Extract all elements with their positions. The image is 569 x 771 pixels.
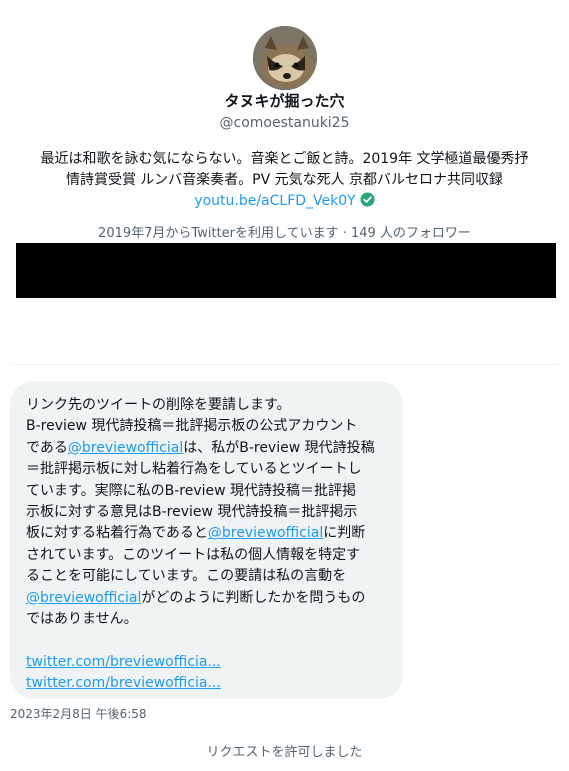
bio-line: 情詩賞受賞 ルンバ音楽奏者。PV 元気な死人 京都バルセロナ共同収録	[65, 172, 504, 188]
message-line: twitter.com/breviewofficia...	[26, 652, 387, 673]
tweet-link[interactable]: twitter.com/breviewofficia...	[26, 654, 221, 670]
bio-link[interactable]: youtu.be/aCLFD_Vek0Y	[194, 193, 355, 209]
message-line: 板に対する粘着行為であると@breviewofficialに判断	[26, 525, 366, 542]
verified-check-icon	[360, 192, 375, 207]
tweet-link[interactable]: twitter.com/breviewofficia...	[26, 675, 221, 691]
message-timestamp: 2023年2月8日 午後6:58	[10, 707, 147, 721]
mention-link[interactable]: @breviewofficial	[26, 590, 141, 606]
raccoon-dog-avatar-image	[253, 26, 317, 90]
request-status: リクエストを許可しました	[206, 745, 363, 760]
divider	[10, 364, 559, 365]
message-line: ではありません。	[26, 611, 138, 628]
message-line: ています。実際に私のB-review 現代詩投稿＝批評掲	[26, 482, 357, 499]
message-line: twitter.com/breviewofficia...	[26, 673, 387, 694]
message-line: リンク先のツイートの削除を要請します。	[26, 397, 291, 413]
user-handle: @comoestanuki25	[219, 115, 350, 131]
mention-link[interactable]: @breviewofficial	[68, 440, 183, 456]
profile-meta: 2019年7月からTwitterを利用しています · 149 人のフォロワー	[98, 226, 471, 241]
message-line: B-review 現代詩投稿＝批評掲示板の公式アカウント	[26, 418, 358, 435]
message-line: されています。このツイートは私の個人情報を特定す	[26, 546, 361, 563]
profile-bio: 最近は和歌を詠む気にならない。音楽とご飯と詩。2019年 文学極道最優秀抒 情詩…	[0, 149, 569, 191]
display-name: タヌキが掘った穴	[224, 92, 345, 110]
message-line: @breviewofficialがどのように判断したかを問うもの	[26, 589, 366, 606]
message-line: である@breviewofficialは、私がB-review 現代詩投稿	[26, 439, 375, 456]
redacted-block	[16, 243, 556, 298]
mention-link[interactable]: @breviewofficial	[208, 525, 323, 541]
message-line: ることを可能にしています。この要請は私の言動を	[26, 568, 347, 585]
bio-link-row: youtu.be/aCLFD_Vek0Y	[0, 191, 569, 212]
message-line: 示板に対する意見はB-review 現代詩投稿＝批評掲示	[26, 504, 358, 521]
message-bubble: リンク先のツイートの削除を要請します。 B-review 現代詩投稿＝批評掲示板…	[10, 381, 403, 699]
message-line: ＝批評掲示板に対し粘着行為をしているとツイートし	[26, 461, 362, 478]
avatar[interactable]	[253, 26, 317, 90]
bio-line: 最近は和歌を詠む気にならない。音楽とご飯と詩。2019年 文学極道最優秀抒	[40, 151, 529, 167]
